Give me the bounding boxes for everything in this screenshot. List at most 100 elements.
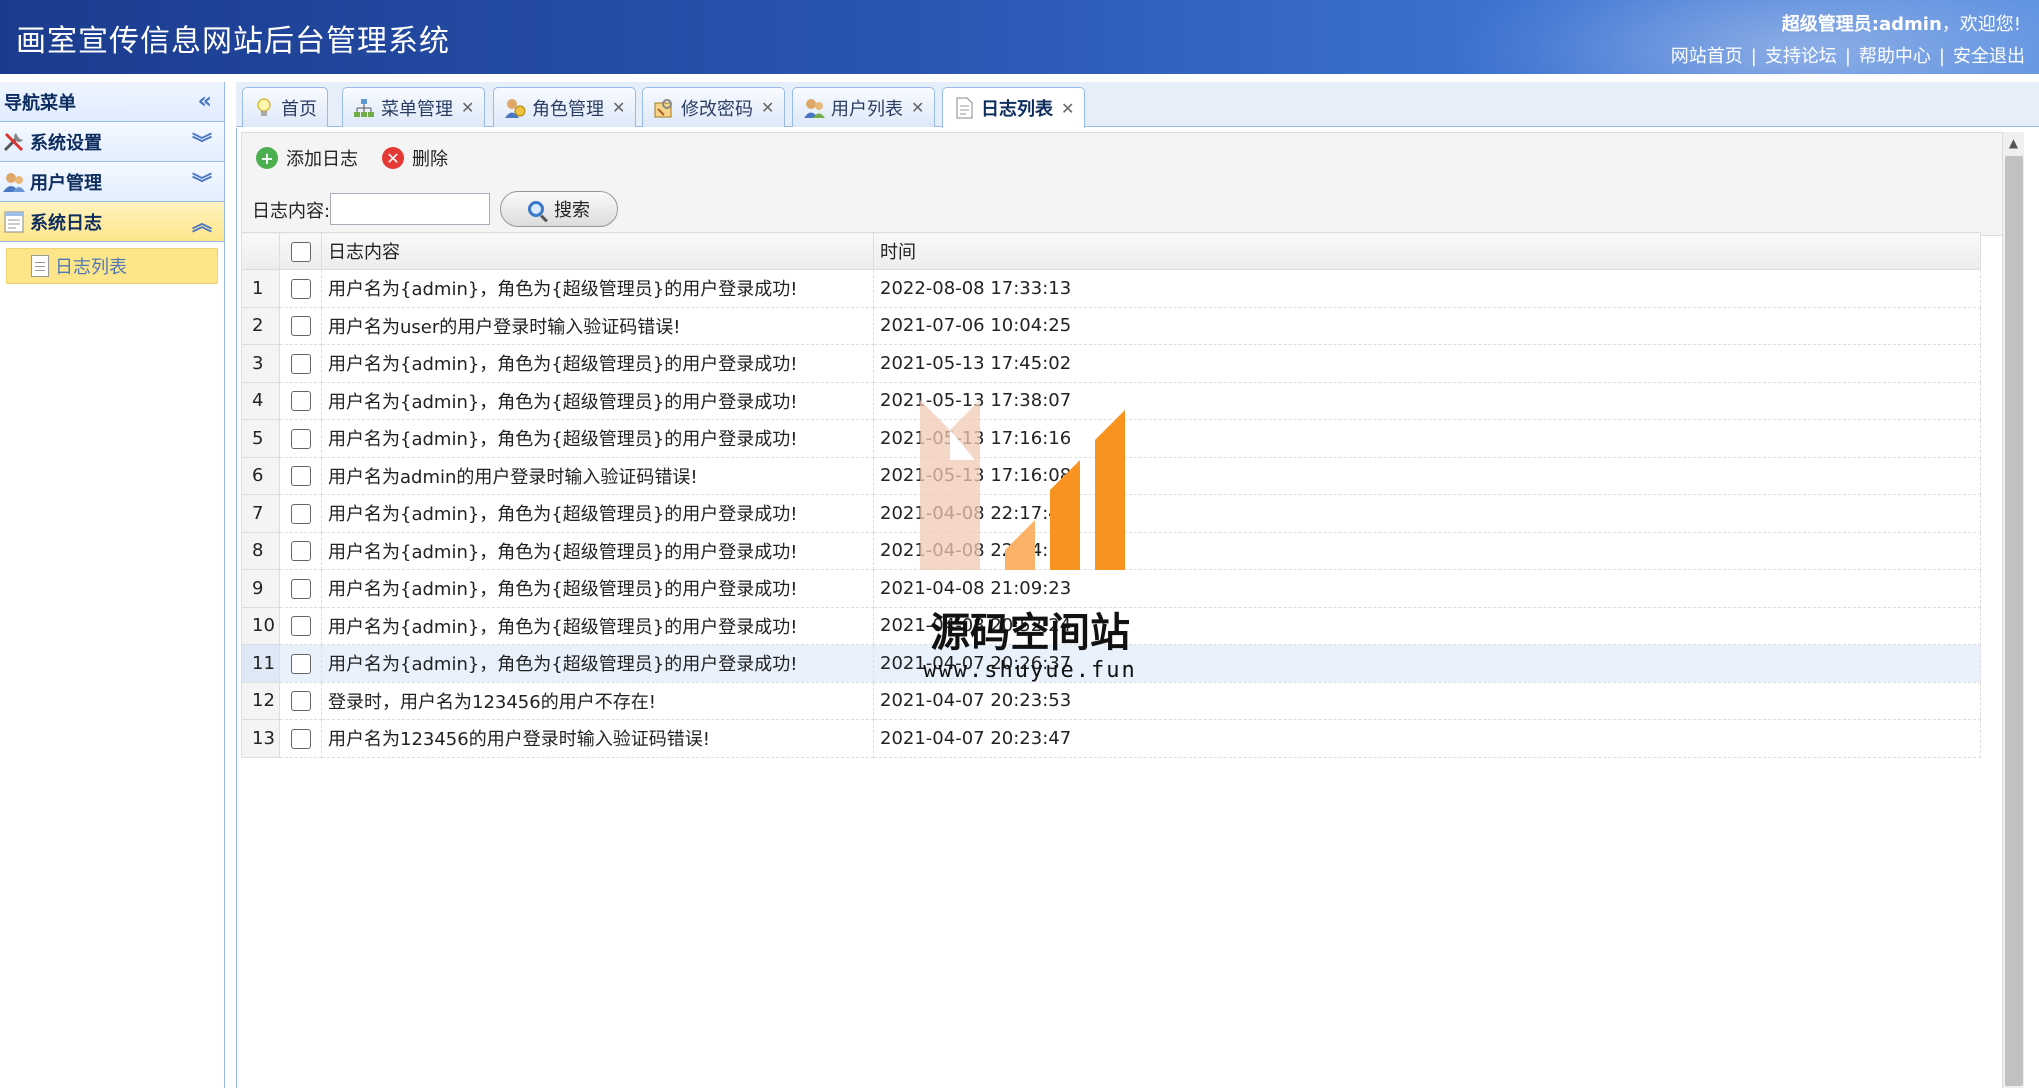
sidebar: 导航菜单 « 系统设置 ︾ 用户管理 ︾ 系统日志 ︽ 日志列表 xyxy=(0,82,225,1088)
link-help-center[interactable]: 帮助中心 xyxy=(1859,46,1931,67)
search-label: 日志内容: xyxy=(252,201,331,222)
log-time-cell: 2022-08-08 17:33:13 xyxy=(873,269,1981,308)
tab-user-list[interactable]: 用户列表 ✕ xyxy=(792,87,936,127)
key-icon xyxy=(653,97,675,119)
add-log-button[interactable]: + 添加日志 xyxy=(256,145,358,171)
row-checkbox[interactable] xyxy=(290,316,311,337)
row-checkbox[interactable] xyxy=(290,653,311,674)
sidebar-item-log-list[interactable]: 日志列表 xyxy=(6,248,218,284)
row-checkbox-cell xyxy=(279,344,322,383)
sidebar-group-system-settings[interactable]: 系统设置 ︾ xyxy=(0,122,224,162)
sidebar-item-label: 日志列表 xyxy=(55,257,127,278)
scrollbar-thumb[interactable] xyxy=(2005,156,2023,1086)
row-checkbox[interactable] xyxy=(290,503,311,524)
row-checkbox-cell xyxy=(279,381,322,420)
user-list-icon xyxy=(803,97,825,119)
table-row[interactable]: 2 用户名为user的用户登录时输入验证码错误! 2021-07-06 10:04:… xyxy=(241,306,1981,345)
row-checkbox-cell xyxy=(279,681,322,720)
tab-menu-management[interactable]: 菜单管理 ✕ xyxy=(342,87,486,127)
close-icon[interactable]: ✕ xyxy=(461,98,474,117)
tree-icon xyxy=(353,97,375,119)
row-checkbox[interactable] xyxy=(290,428,311,449)
row-checkbox-cell xyxy=(279,531,322,570)
select-all-checkbox[interactable] xyxy=(290,241,311,262)
row-checkbox[interactable] xyxy=(290,691,311,712)
tab-log-list[interactable]: 日志列表 ✕ xyxy=(942,87,1086,128)
column-header-content[interactable]: 日志内容 xyxy=(321,232,874,270)
row-number: 6 xyxy=(241,456,280,495)
toolbar: + 添加日志 ✕ 删除 日志内容: 搜索 xyxy=(241,132,2007,236)
row-checkbox[interactable] xyxy=(290,728,311,749)
log-time-cell: 2021-04-07 20:23:47 xyxy=(873,719,1981,758)
row-checkbox[interactable] xyxy=(290,466,311,487)
lightbulb-icon xyxy=(253,97,275,119)
log-content-cell: 用户名为{admin}，角色为{超级管理员}的用户登录成功! xyxy=(321,644,874,683)
row-number: 1 xyxy=(241,269,280,308)
watermark-logo-icon xyxy=(920,400,1125,570)
close-icon[interactable]: ✕ xyxy=(1061,99,1074,118)
row-checkbox[interactable] xyxy=(290,541,311,562)
tab-label: 修改密码 xyxy=(681,98,753,120)
tab-change-password[interactable]: 修改密码 ✕ xyxy=(642,87,786,127)
row-checkbox-cell xyxy=(279,269,322,308)
tools-icon xyxy=(2,130,26,154)
link-support-forum[interactable]: 支持论坛 xyxy=(1765,46,1837,67)
close-icon[interactable]: ✕ xyxy=(761,98,774,117)
delete-circle-icon: ✕ xyxy=(382,147,404,169)
link-logout[interactable]: 安全退出 xyxy=(1953,46,2025,67)
close-icon[interactable]: ✕ xyxy=(612,98,625,117)
row-checkbox[interactable] xyxy=(290,616,311,637)
row-checkbox-cell xyxy=(279,456,322,495)
log-content-cell: 用户名为{admin}，角色为{超级管理员}的用户登录成功! xyxy=(321,531,874,570)
select-all-checkbox-cell xyxy=(279,232,322,270)
log-content-cell: 用户名为{admin}，角色为{超级管理员}的用户登录成功! xyxy=(321,269,874,308)
link-site-home[interactable]: 网站首页 xyxy=(1671,46,1743,67)
scroll-up-arrow-icon[interactable]: ▲ xyxy=(2003,132,2024,154)
row-number: 4 xyxy=(241,381,280,420)
chevron-down-icon: ︾ xyxy=(192,131,212,155)
row-checkbox-cell xyxy=(279,569,322,608)
log-time-cell: 2021-07-06 10:04:25 xyxy=(873,306,1981,345)
vertical-scrollbar[interactable]: ▲ xyxy=(2002,132,2024,1088)
watermark-url: www.shuyue.fun xyxy=(923,658,1137,683)
search-button[interactable]: 搜索 xyxy=(500,191,618,227)
log-content-cell: 用户名为{admin}，角色为{超级管理员}的用户登录成功! xyxy=(321,494,874,533)
row-number: 9 xyxy=(241,569,280,608)
link-separator: | xyxy=(1750,46,1757,67)
users-icon xyxy=(2,170,26,194)
table-row[interactable]: 1 用户名为{admin}，角色为{超级管理员}的用户登录成功! 2022-08-0… xyxy=(241,269,1981,308)
table-row[interactable]: 3 用户名为{admin}，角色为{超级管理员}的用户登录成功! 2021-05-1… xyxy=(241,344,1981,383)
delete-label: 删除 xyxy=(412,149,448,170)
collapse-sidebar-icon[interactable]: « xyxy=(198,89,212,114)
app-title: 画室宣传信息网站后台管理系统 xyxy=(16,24,450,59)
row-number: 10 xyxy=(241,606,280,645)
tab-role-management[interactable]: 角色管理 ✕ xyxy=(493,87,637,127)
chevron-up-icon: ︽ xyxy=(192,211,212,235)
row-checkbox-cell xyxy=(279,419,322,458)
role-icon xyxy=(504,97,526,119)
close-icon[interactable]: ✕ xyxy=(911,98,924,117)
log-icon xyxy=(2,210,26,234)
row-checkbox[interactable] xyxy=(290,578,311,599)
row-checkbox[interactable] xyxy=(290,391,311,412)
row-checkbox[interactable] xyxy=(290,353,311,374)
sidebar-group-user-management[interactable]: 用户管理 ︾ xyxy=(0,162,224,202)
column-header-time[interactable]: 时间 xyxy=(873,232,1981,270)
tab-label: 日志列表 xyxy=(981,99,1053,120)
tab-label: 角色管理 xyxy=(532,98,604,120)
link-separator: | xyxy=(1938,46,1945,67)
delete-button[interactable]: ✕ 删除 xyxy=(382,145,448,171)
sidebar-group-system-log[interactable]: 系统日志 ︽ xyxy=(0,202,224,242)
log-content-cell: 用户名为123456的用户登录时输入验证码错误! xyxy=(321,719,874,758)
sidebar-subitems: 日志列表 xyxy=(0,242,224,288)
document-icon xyxy=(953,97,975,119)
tab-label: 首页 xyxy=(281,98,317,120)
tab-home[interactable]: 首页 xyxy=(242,87,328,127)
welcome-text: 超级管理员:admin，欢迎您! xyxy=(1782,10,2021,36)
table-header-row: 日志内容 时间 xyxy=(241,232,1981,270)
table-row[interactable]: 13 用户名为123456的用户登录时输入验证码错误! 2021-04-07 20:… xyxy=(241,719,1981,758)
row-checkbox-cell xyxy=(279,644,322,683)
log-content-search-input[interactable] xyxy=(330,193,490,225)
row-checkbox[interactable] xyxy=(290,278,311,299)
tab-label: 用户列表 xyxy=(831,98,903,120)
